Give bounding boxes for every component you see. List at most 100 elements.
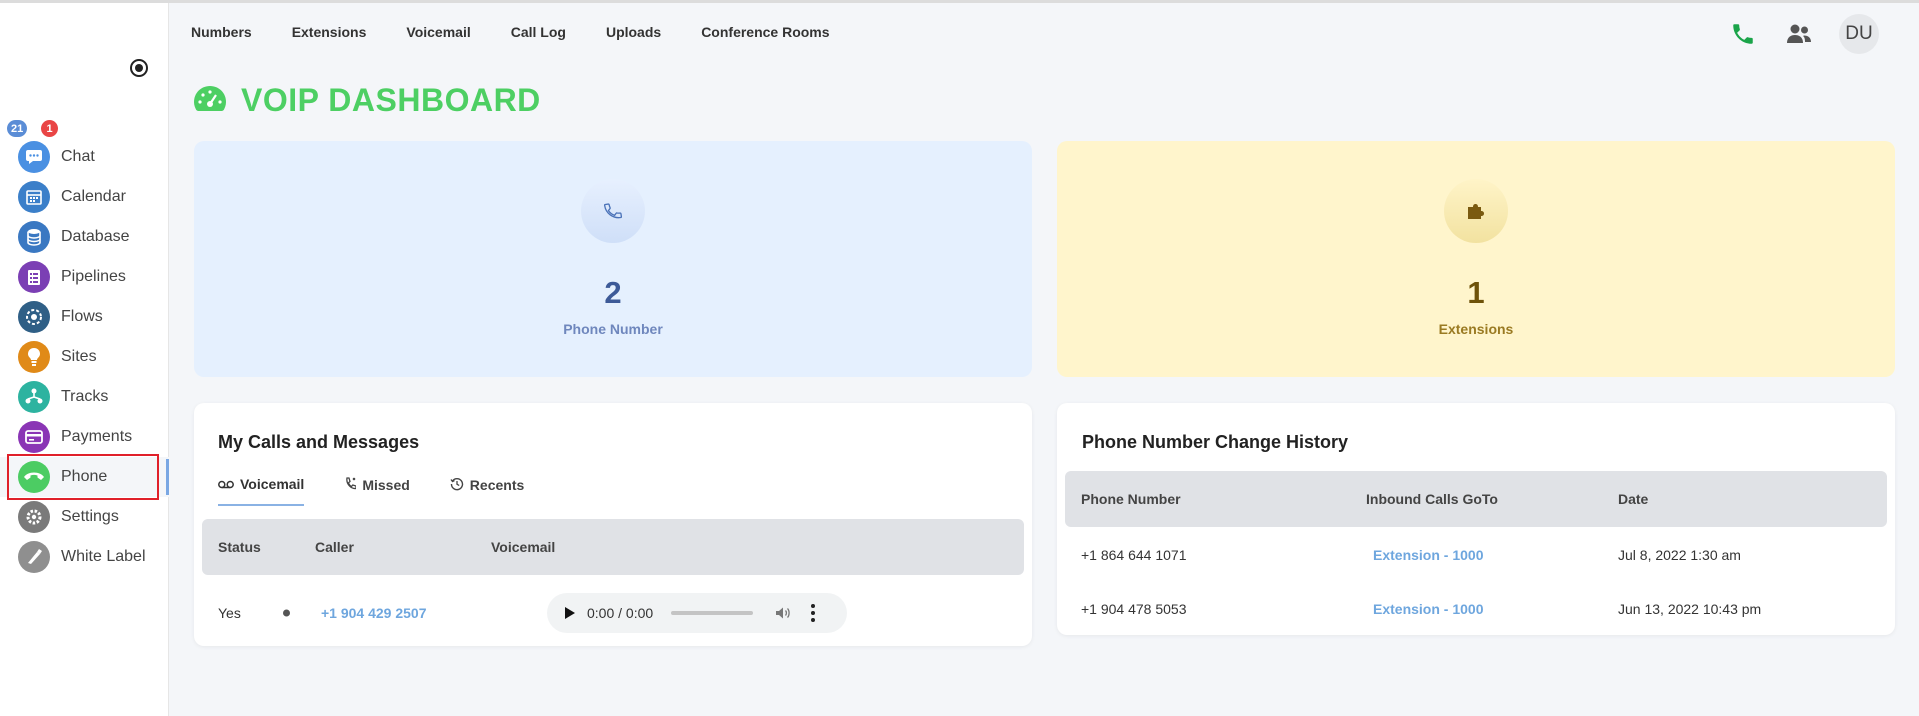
pipelines-icon <box>18 261 50 293</box>
sidebar-item-label: White Label <box>61 548 146 565</box>
sidebar-toggle-radio[interactable] <box>130 59 148 77</box>
sidebar-item-chat[interactable]: 21 1 Chat <box>0 120 169 177</box>
phone-number-cell: +1 904 478 5053 <box>1081 601 1187 617</box>
audio-progress-slider[interactable] <box>671 611 754 615</box>
sidebar-item-label: Chat <box>61 148 95 165</box>
voicemail-icon <box>218 477 234 492</box>
calls-messages-card: My Calls and Messages Voicemail Missed R… <box>194 403 1032 646</box>
sidebar-item-label: Settings <box>61 508 119 525</box>
sidebar-item-label: Tracks <box>61 388 109 405</box>
sidebar-item-label: Sites <box>61 348 97 365</box>
phone-stat-icon-circle <box>581 179 645 243</box>
sidebar-item-database[interactable]: Database <box>0 217 169 257</box>
window-top-border <box>0 0 1919 3</box>
phone-number-label: Phone Number <box>563 321 663 337</box>
tab-label: Recents <box>469 477 525 493</box>
sidebar-item-sites[interactable]: Sites <box>0 337 169 377</box>
phone-number-stat-card[interactable]: 2 Phone Number <box>194 141 1032 377</box>
history-icon <box>450 477 464 494</box>
sidebar-item-phone[interactable]: Phone <box>0 454 169 500</box>
dashboard-gauge-icon <box>193 84 227 117</box>
calendar-icon <box>18 181 50 213</box>
status-cell: Yes <box>218 605 241 621</box>
extension-link[interactable]: Extension - 1000 <box>1373 547 1484 563</box>
date-cell: Jul 8, 2022 1:30 am <box>1618 547 1741 563</box>
phone-number-count: 2 <box>604 275 622 310</box>
settings-icon <box>18 501 50 533</box>
status-dot <box>283 609 290 617</box>
sidebar-item-settings[interactable]: Settings <box>0 497 169 537</box>
page-title: VOIP DASHBOARD <box>241 82 541 118</box>
sidebar-item-label: Payments <box>61 428 133 445</box>
contacts-icon[interactable] <box>1783 18 1815 50</box>
phone-call-icon[interactable] <box>1727 18 1759 50</box>
flows-icon <box>18 301 50 333</box>
payments-icon <box>18 421 50 453</box>
missed-call-icon <box>344 476 357 494</box>
top-nav: Numbers Extensions Voicemail Call Log Up… <box>191 24 870 40</box>
table-row: +1 904 478 5053 Extension - 1000 Jun 13,… <box>1065 584 1887 634</box>
tab-label: Missed <box>362 477 410 493</box>
play-button[interactable] <box>565 607 575 619</box>
sidebar-item-white-label[interactable]: White Label <box>0 537 169 577</box>
date-cell: Jun 13, 2022 10:43 pm <box>1618 601 1762 617</box>
phone-number-cell: +1 864 644 1071 <box>1081 547 1187 563</box>
nav-extensions[interactable]: Extensions <box>292 24 367 40</box>
sidebar-item-label: Flows <box>61 308 103 325</box>
user-avatar[interactable]: DU <box>1839 14 1879 54</box>
column-header-status: Status <box>218 539 261 555</box>
column-header-voicemail: Voicemail <box>491 539 556 555</box>
database-icon <box>18 221 50 253</box>
more-options-icon[interactable] <box>811 604 816 622</box>
voicemail-audio-player: 0:00 / 0:00 <box>547 593 847 633</box>
sidebar-item-pipelines[interactable]: Pipelines <box>0 257 169 297</box>
extension-link[interactable]: Extension - 1000 <box>1373 601 1484 617</box>
white-label-icon <box>18 541 50 573</box>
column-header-caller: Caller <box>315 539 354 555</box>
extensions-count: 1 <box>1467 275 1485 310</box>
tab-label: Voicemail <box>240 476 305 492</box>
calls-table-header: Status Caller Voicemail <box>202 519 1024 575</box>
chat-unread-badge: 21 <box>7 120 28 137</box>
extensions-stat-card[interactable]: 1 Extensions <box>1057 141 1895 377</box>
phone-stat-icon <box>603 203 623 219</box>
sidebar-item-flows[interactable]: Flows <box>0 297 169 337</box>
nav-numbers[interactable]: Numbers <box>191 24 252 40</box>
nav-conference-rooms[interactable]: Conference Rooms <box>701 24 829 40</box>
sidebar-item-tracks[interactable]: Tracks <box>0 377 169 417</box>
caller-link[interactable]: +1 904 429 2507 <box>321 605 427 621</box>
sidebar: 21 1 Chat Calendar Database Pipelines Fl… <box>0 3 169 716</box>
sites-icon <box>18 341 50 373</box>
history-card-title: Phone Number Change History <box>1082 432 1349 452</box>
sidebar-nav: 21 1 Chat Calendar Database Pipelines Fl… <box>0 120 169 577</box>
calls-card-title: My Calls and Messages <box>218 432 420 452</box>
header-actions: DU <box>1727 14 1879 54</box>
tab-voicemail[interactable]: Voicemail <box>218 476 305 506</box>
sidebar-item-label: Database <box>61 228 130 245</box>
nav-uploads[interactable]: Uploads <box>606 24 661 40</box>
calls-tabs: Voicemail Missed Recents <box>218 476 564 506</box>
history-table-header: Phone Number Inbound Calls GoTo Date <box>1065 471 1887 527</box>
nav-voicemail[interactable]: Voicemail <box>406 24 470 40</box>
sidebar-item-calendar[interactable]: Calendar <box>0 177 169 217</box>
change-history-card: Phone Number Change History Phone Number… <box>1057 403 1895 635</box>
puzzle-icon <box>1468 204 1484 219</box>
extensions-label: Extensions <box>1438 321 1514 337</box>
column-header-phone-number: Phone Number <box>1081 491 1181 507</box>
extensions-stat-icon-circle <box>1444 179 1508 243</box>
nav-call-log[interactable]: Call Log <box>511 24 566 40</box>
sidebar-item-label: Calendar <box>61 188 126 205</box>
selection-highlight <box>7 454 159 500</box>
chat-notification-badge: 1 <box>41 120 58 137</box>
sidebar-item-payments[interactable]: Payments <box>0 417 169 457</box>
tracks-icon <box>18 381 50 413</box>
sidebar-item-label: Pipelines <box>61 268 126 285</box>
audio-time: 0:00 / 0:00 <box>587 605 654 621</box>
tab-missed[interactable]: Missed <box>344 476 410 506</box>
page-header: VOIP DASHBOARD <box>193 82 541 119</box>
chat-icon <box>18 141 50 173</box>
table-row: +1 864 644 1071 Extension - 1000 Jul 8, … <box>1065 530 1887 580</box>
tab-recents[interactable]: Recents <box>450 476 524 506</box>
volume-icon[interactable] <box>775 606 791 620</box>
column-header-inbound-goto: Inbound Calls GoTo <box>1366 491 1498 507</box>
